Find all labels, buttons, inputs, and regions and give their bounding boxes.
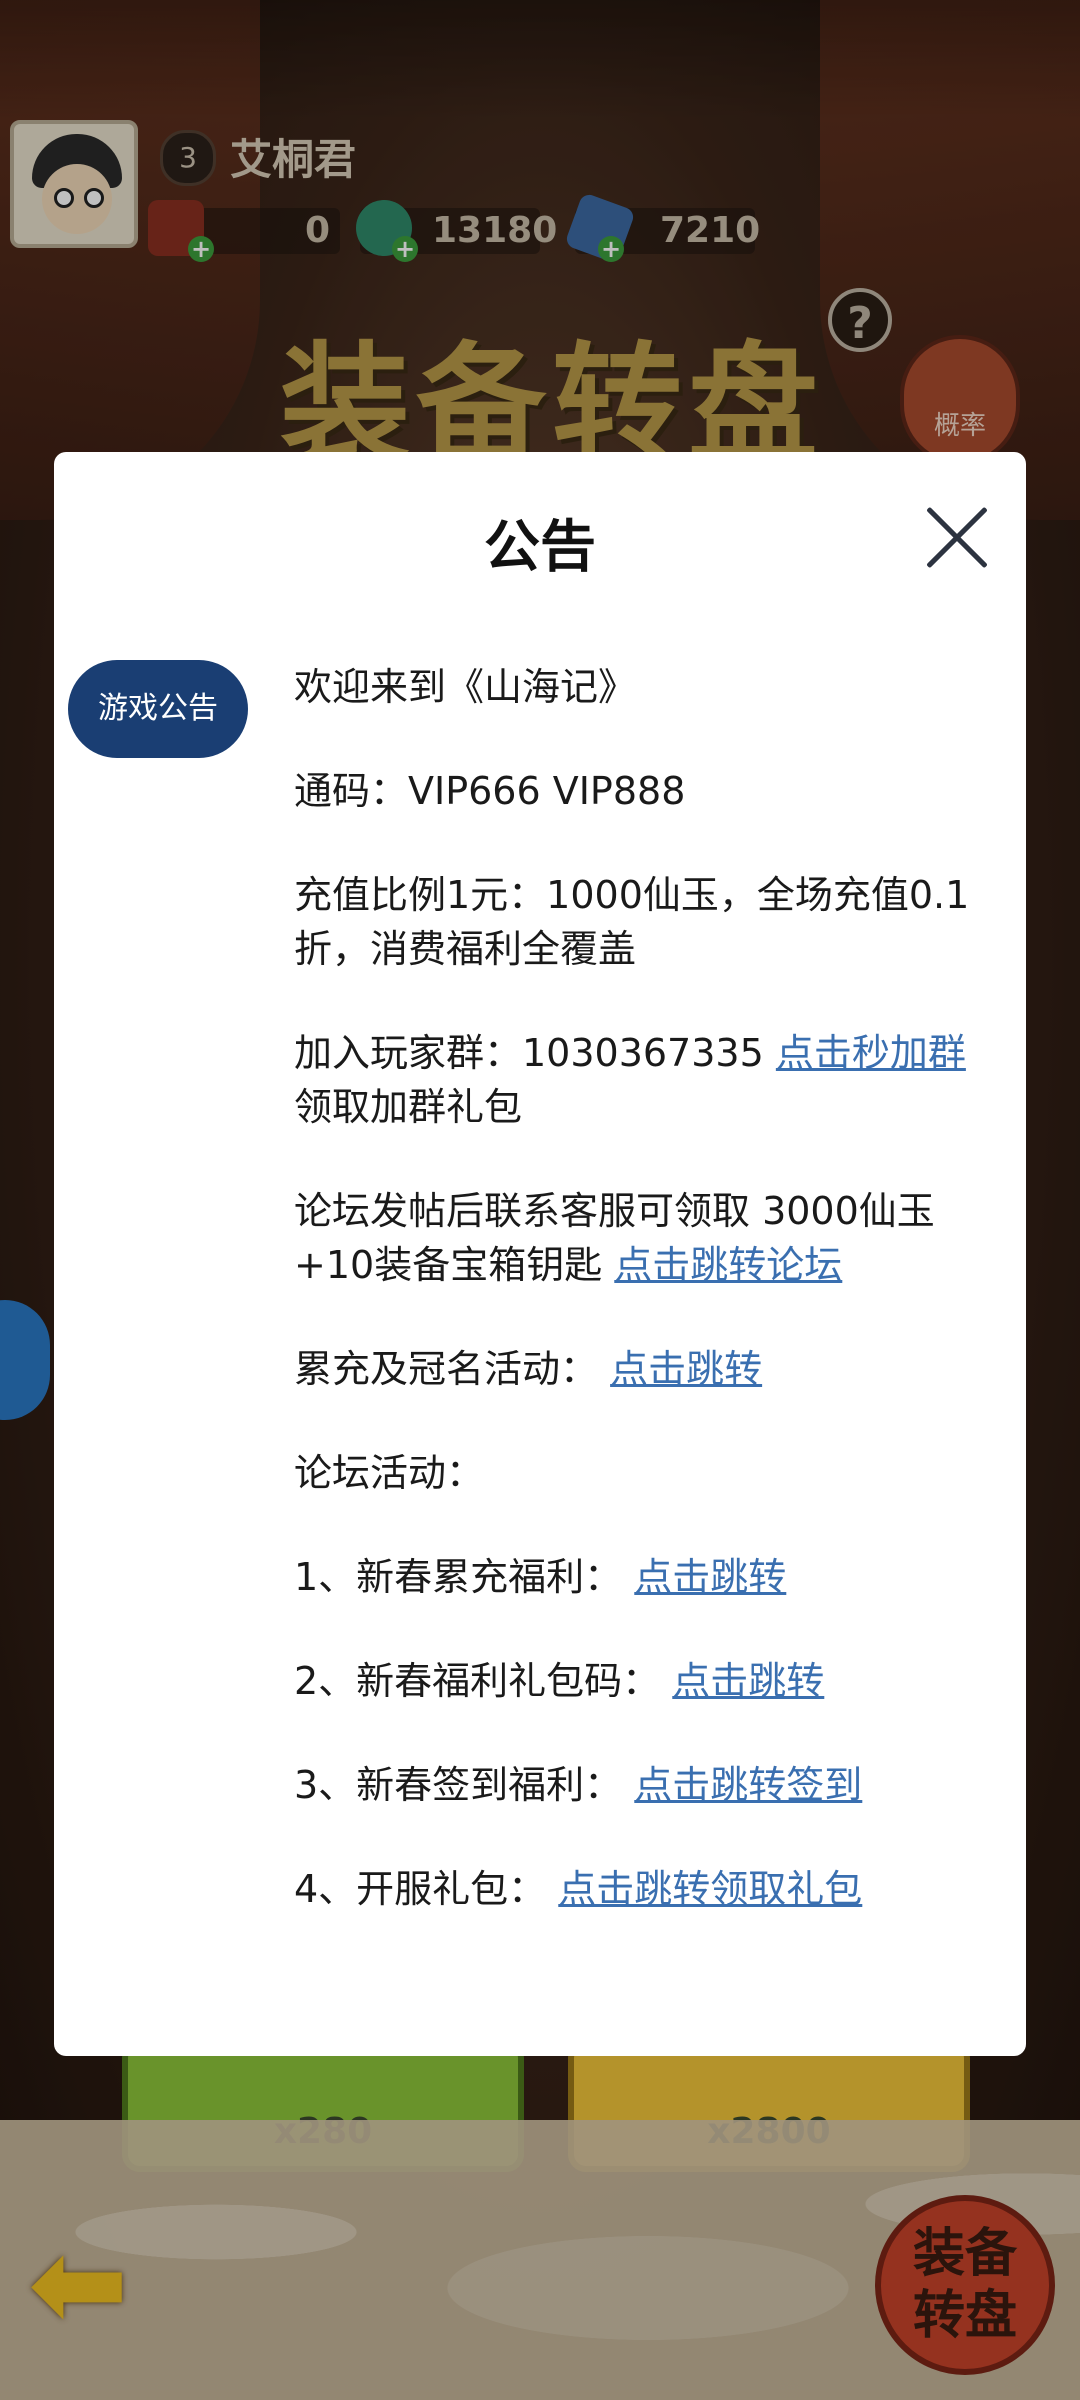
player-group-paragraph: 加入玩家群：1030367335 点击秒加群 领取加群礼包 <box>294 1026 984 1134</box>
code-text: 通码：VIP666 VIP888 <box>294 769 686 813</box>
activity-1: 1、新春累充福利： 点击跳转 <box>294 1550 984 1604</box>
activity-3-link[interactable]: 点击跳转签到 <box>634 1763 862 1807</box>
dialog-title: 公告 <box>484 515 596 580</box>
tab-game-announcement[interactable]: 游戏公告 <box>68 660 248 758</box>
activity-3: 3、新春签到福利： 点击跳转签到 <box>294 1758 984 1812</box>
announcement-dialog: 公告 游戏公告 欢迎来到《山海记》 通码：VIP666 VIP888 充值比例1… <box>54 452 1026 2056</box>
activity-2: 2、新春福利礼包码： 点击跳转 <box>294 1654 984 1708</box>
recharge-ratio-text: 充值比例1元：1000仙玉，全场充值0.1折，消费福利全覆盖 <box>294 873 970 971</box>
cumulative-text: 累充及冠名活动： <box>294 1347 599 1391</box>
game-screen: 3 艾桐君 + 0 + 13180 + 7210 装备转盘 ? 概率 x280 … <box>0 0 1080 2400</box>
welcome-text: 欢迎来到《山海记》 <box>294 665 637 709</box>
forum-link[interactable]: 点击跳转论坛 <box>614 1243 842 1287</box>
cumulative-paragraph: 累充及冠名活动： 点击跳转 <box>294 1342 984 1396</box>
activity-2-link[interactable]: 点击跳转 <box>672 1659 824 1703</box>
activity-2-text: 2、新春福利礼包码： <box>294 1659 661 1703</box>
activity-1-text: 1、新春累充福利： <box>294 1555 623 1599</box>
join-group-link[interactable]: 点击秒加群 <box>776 1031 966 1075</box>
close-icon[interactable] <box>922 502 992 572</box>
activity-4-text: 4、开服礼包： <box>294 1867 547 1911</box>
player-group-text: 加入玩家群：1030367335 <box>294 1031 776 1075</box>
forum-reward-paragraph: 论坛发帖后联系客服可领取 3000仙玉+10装备宝箱钥匙 点击跳转论坛 <box>294 1184 984 1292</box>
activity-4: 4、开服礼包： 点击跳转领取礼包 <box>294 1862 984 1916</box>
announcement-content: 欢迎来到《山海记》 通码：VIP666 VIP888 充值比例1元：1000仙玉… <box>294 660 984 1966</box>
player-group-tail: 领取加群礼包 <box>294 1085 523 1129</box>
activity-3-text: 3、新春签到福利： <box>294 1763 623 1807</box>
activity-4-link[interactable]: 点击跳转领取礼包 <box>558 1867 862 1911</box>
activity-1-link[interactable]: 点击跳转 <box>634 1555 786 1599</box>
cumulative-link[interactable]: 点击跳转 <box>610 1347 762 1391</box>
forum-activity-heading: 论坛活动： <box>294 1451 485 1495</box>
